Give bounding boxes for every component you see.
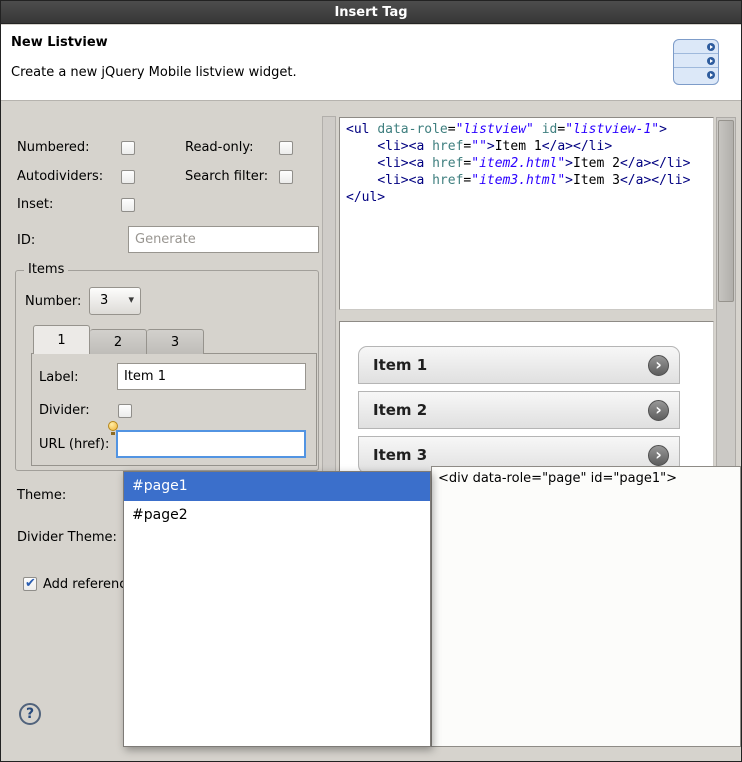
url-label: URL (href): — [39, 437, 109, 453]
chevron-right-icon: › — [648, 355, 669, 376]
autocomplete-popup: #page1#page2 — [123, 471, 431, 747]
number-combo[interactable]: 3 ▾ — [89, 287, 141, 315]
insert-tag-dialog: Insert Tag New Listview Create a new jQu… — [0, 0, 742, 762]
tab-item-1[interactable]: 1 — [33, 325, 90, 354]
lightbulb-icon — [108, 421, 118, 431]
splitter[interactable] — [339, 310, 714, 321]
tab-item-2[interactable]: 2 — [90, 329, 147, 354]
autocomplete-item[interactable]: #page2 — [124, 501, 430, 530]
chevron-right-icon: › — [648, 400, 669, 421]
page-title: New Listview — [11, 35, 108, 50]
theme-label: Theme: — [17, 488, 66, 504]
id-input[interactable] — [128, 226, 319, 253]
number-label: Number: — [25, 294, 81, 310]
autocomplete-item[interactable]: #page1 — [124, 472, 430, 501]
help-button[interactable]: ? — [19, 703, 41, 725]
autodividers-label: Autodividers: — [17, 169, 103, 185]
code-editor[interactable]: <ul data-role="listview" id="listview-1"… — [339, 117, 714, 310]
number-combo-value: 3 — [100, 293, 108, 308]
preview-item-label: Item 1 — [373, 356, 427, 374]
tab-item-3[interactable]: 3 — [147, 329, 204, 354]
tooltip-text: <div data-role="page" id="page1"> — [438, 471, 677, 486]
searchfilter-label: Search filter: — [185, 169, 268, 185]
info-tooltip: <div data-role="page" id="page1"> — [431, 466, 741, 747]
url-input[interactable] — [116, 430, 306, 458]
listview-icon — [673, 39, 719, 85]
listview-icon-row — [674, 68, 718, 82]
scrollbar-thumb[interactable] — [718, 120, 734, 302]
inset-label: Inset: — [17, 197, 53, 213]
numbered-label: Numbered: — [17, 140, 90, 156]
page-subtitle: Create a new jQuery Mobile listview widg… — [11, 65, 297, 80]
titlebar[interactable]: Insert Tag — [1, 1, 741, 24]
preview-item-label: Item 3 — [373, 446, 427, 464]
items-tabs: 123 — [33, 325, 204, 354]
chevron-down-icon: ▾ — [128, 293, 134, 306]
window-title: Insert Tag — [334, 5, 407, 20]
autodividers-checkbox[interactable] — [121, 170, 135, 184]
chevron-right-icon — [707, 57, 715, 65]
inset-checkbox[interactable] — [121, 198, 135, 212]
divider-theme-label: Divider Theme: — [17, 530, 117, 546]
chevron-right-icon — [707, 43, 715, 51]
label-input[interactable] — [117, 363, 306, 390]
dialog-header: New Listview Create a new jQuery Mobile … — [1, 25, 741, 101]
listview-icon-row — [674, 40, 718, 54]
preview-list-item: Item 1 › — [358, 346, 680, 384]
label-label: Label: — [39, 370, 78, 386]
items-group-title: Items — [24, 262, 68, 277]
chevron-right-icon: › — [648, 445, 669, 466]
code-line: <li><a href="item3.html">Item 3</a></li> — [346, 172, 707, 189]
divider-checkbox[interactable] — [118, 404, 132, 418]
divider-label: Divider: — [39, 403, 90, 419]
id-label: ID: — [17, 233, 35, 249]
listview-icon-row — [674, 54, 718, 68]
code-line: </ul> — [346, 189, 707, 206]
numbered-checkbox[interactable] — [121, 141, 135, 155]
preview-item-label: Item 2 — [373, 401, 427, 419]
code-line: <li><a href="">Item 1</a></li> — [346, 138, 707, 155]
code-line: <ul data-role="listview" id="listview-1"… — [346, 121, 707, 138]
preview-list-item: Item 2 › — [358, 391, 680, 429]
add-references-checkbox[interactable] — [23, 577, 37, 591]
readonly-label: Read-only: — [185, 140, 254, 156]
code-line: <li><a href="item2.html">Item 2</a></li> — [346, 155, 707, 172]
searchfilter-checkbox[interactable] — [279, 170, 293, 184]
chevron-right-icon — [707, 71, 715, 79]
readonly-checkbox[interactable] — [279, 141, 293, 155]
autocomplete-list: #page1#page2 — [124, 472, 430, 530]
